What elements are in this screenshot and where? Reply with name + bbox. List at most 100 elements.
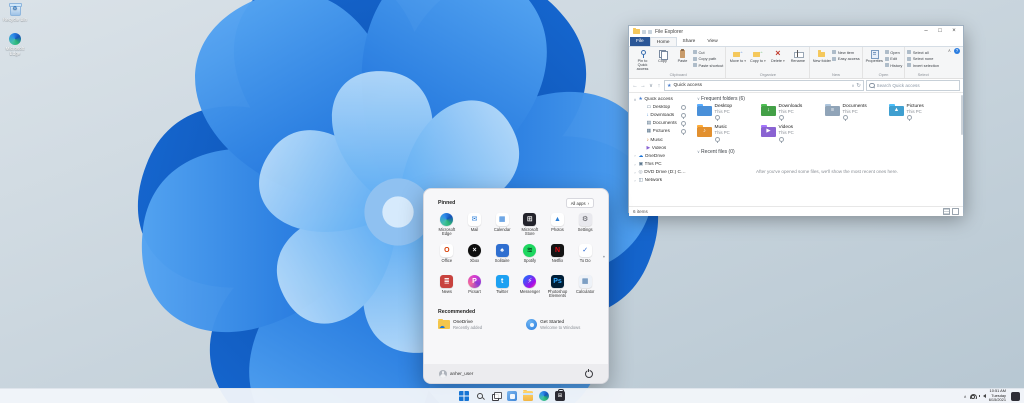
recent-files-header[interactable]: Recent files (0) xyxy=(697,149,957,155)
app-xbox[interactable]: × Xbox xyxy=(461,244,489,273)
up-button[interactable]: ↑ xyxy=(656,83,662,89)
cut-button[interactable]: Cut xyxy=(693,50,723,55)
app-calendar[interactable]: ▦ Calendar xyxy=(488,213,516,242)
scrollbar[interactable] xyxy=(961,95,963,135)
app-settings[interactable]: ⚙ Settings xyxy=(571,213,599,242)
open-button[interactable]: Open xyxy=(885,50,903,55)
app-picsart[interactable]: P Picsart xyxy=(461,275,489,304)
sidebar-item-desktop[interactable]: ▭ Desktop xyxy=(629,103,689,111)
frequent-folder-downloads[interactable]: ↓ Downloads This PC xyxy=(761,104,825,120)
taskbar-start[interactable] xyxy=(459,391,469,401)
thumbnails-view-icon[interactable] xyxy=(952,208,959,215)
all-apps-button[interactable]: All apps › xyxy=(566,198,594,208)
edit-button[interactable]: Edit xyxy=(885,56,903,61)
desktop-icon-microsoft-edge[interactable]: Microsoft Edge xyxy=(0,33,30,57)
app-office[interactable]: O Office xyxy=(433,244,461,273)
app-twitter[interactable]: t Twitter xyxy=(488,275,516,304)
delete-button[interactable]: Delete xyxy=(768,48,787,72)
app-microsoft-store[interactable]: ⊞ Microsoft Store xyxy=(516,213,544,242)
new-folder-button[interactable]: New folder xyxy=(812,48,831,72)
maximize-button[interactable]: □ xyxy=(933,26,947,37)
help-icon[interactable]: ? xyxy=(954,48,960,54)
taskbar-search[interactable] xyxy=(475,391,485,401)
properties-button[interactable]: Properties xyxy=(865,48,884,72)
paste-shortcut-button[interactable]: Paste shortcut xyxy=(693,63,723,68)
chevron-icon[interactable] xyxy=(633,163,637,167)
app-photos[interactable]: ▲ Photos xyxy=(544,213,572,242)
app-to-do[interactable]: ✓ To Do xyxy=(571,244,599,273)
desktop-icon-recycle-bin[interactable]: Recycle Bin xyxy=(0,4,30,22)
collapse-ribbon-icon[interactable]: ∧ xyxy=(948,48,951,54)
app-calculator[interactable]: ▦ Calculator xyxy=(571,275,599,304)
explorer-titlebar[interactable]: File Explorer – □ × xyxy=(629,26,963,37)
sidebar-item-documents[interactable]: ▤ Documents xyxy=(629,120,689,128)
frequent-folders-header[interactable]: Frequent folders (6) xyxy=(697,96,957,102)
new-item-button[interactable]: New item xyxy=(832,50,859,55)
history-button[interactable]: History xyxy=(885,63,903,68)
sidebar-item-pictures[interactable]: ▦ Pictures xyxy=(629,128,689,136)
select-none-button[interactable]: Select none xyxy=(907,56,939,61)
hidden-icons-chevron-icon[interactable]: ∧ xyxy=(964,394,967,399)
notification-center-icon[interactable] xyxy=(1011,392,1020,401)
tab-share[interactable]: Share xyxy=(677,37,702,46)
frequent-folder-music[interactable]: ♪ Music This PC xyxy=(697,125,761,141)
taskbar-clock[interactable]: 10:51 AM Tuesday 6/15/2021 xyxy=(989,389,1006,402)
app-photoshop-elements[interactable]: Ps Photoshop Elements xyxy=(544,275,572,304)
tab-home[interactable]: Home xyxy=(650,37,677,46)
copy-to-button[interactable]: Copy to xyxy=(748,48,767,72)
select-all-button[interactable]: Select all xyxy=(907,50,939,55)
sidebar-item-dvd-drive-d-cccoma-x64f[interactable]: ◎ DVD Drive (D:) CCCOMA_X64F xyxy=(629,169,689,177)
forward-button[interactable]: → xyxy=(640,83,646,89)
chevron-icon[interactable] xyxy=(633,154,637,158)
app-solitaire[interactable]: ♠ Solitaire xyxy=(488,244,516,273)
move-to-button[interactable]: Move to xyxy=(728,48,747,72)
details-view-icon[interactable] xyxy=(943,208,950,215)
sidebar-item-network[interactable]: ◫ Network xyxy=(629,177,689,185)
search-input[interactable]: Search Quick access xyxy=(866,80,960,91)
pin-to-quick-access-button[interactable]: Pin to Quick access xyxy=(633,48,652,72)
taskbar-edge[interactable] xyxy=(539,391,549,401)
network-icon[interactable] xyxy=(970,393,978,399)
sidebar-item-downloads[interactable]: ↓ Downloads xyxy=(629,111,689,119)
sidebar-item-music[interactable]: ♪ Music xyxy=(629,136,689,144)
app-microsoft-edge[interactable]: Microsoft Edge xyxy=(433,213,461,242)
recent-locations-button[interactable]: ∨ xyxy=(648,83,654,89)
taskbar-widgets[interactable] xyxy=(507,391,517,401)
back-button[interactable]: ← xyxy=(632,83,638,89)
copy-path-button[interactable]: Copy path xyxy=(693,56,723,61)
app-netflix[interactable]: N Netflix xyxy=(544,244,572,273)
app-messenger[interactable]: ⚡ Messenger xyxy=(516,275,544,304)
recommended-item-get-started[interactable]: Get Started Welcome to Windows xyxy=(526,319,580,330)
paste-button[interactable]: Paste xyxy=(673,48,692,72)
taskbar-microsoft-store[interactable] xyxy=(555,391,565,401)
tab-view[interactable]: View xyxy=(701,37,723,46)
invert-selection-button[interactable]: Invert selection xyxy=(907,63,939,68)
chevron-icon[interactable] xyxy=(633,179,637,183)
rename-button[interactable]: Rename xyxy=(788,48,807,72)
app-news[interactable]: ≣ News xyxy=(433,275,461,304)
taskbar-task-view[interactable] xyxy=(491,391,501,401)
sidebar-item-onedrive[interactable]: ☁ OneDrive xyxy=(629,152,689,160)
easy-access-button[interactable]: Easy access xyxy=(832,56,859,61)
frequent-folder-pictures[interactable]: ▲ Pictures This PC xyxy=(889,104,953,120)
app-mail[interactable]: ✉ Mail xyxy=(461,213,489,242)
page-indicator-dot[interactable]: • xyxy=(603,255,605,261)
chevron-icon[interactable] xyxy=(633,171,637,175)
frequent-folder-videos[interactable]: ▶ Videos This PC xyxy=(761,125,825,141)
address-dropdown-icon[interactable]: ∨ xyxy=(851,83,854,88)
frequent-folder-desktop[interactable]: Desktop This PC xyxy=(697,104,761,120)
address-input[interactable]: ★ Quick access ∨ ↻ xyxy=(664,80,864,91)
tab-file[interactable]: File xyxy=(630,37,650,46)
power-button[interactable] xyxy=(585,370,593,378)
taskbar-file-explorer[interactable] xyxy=(523,391,533,401)
copy-button[interactable]: Copy xyxy=(653,48,672,72)
app-spotify[interactable]: ≋ Spotify xyxy=(516,244,544,273)
sidebar-item-this-pc[interactable]: ▣ This PC xyxy=(629,161,689,169)
minimize-button[interactable]: – xyxy=(919,26,933,37)
sidebar-item-videos[interactable]: ▶ Videos xyxy=(629,144,689,152)
chevron-icon[interactable] xyxy=(633,97,637,102)
close-button[interactable]: × xyxy=(947,26,961,37)
volume-icon[interactable] xyxy=(981,394,986,398)
refresh-icon[interactable]: ↻ xyxy=(856,83,861,89)
recommended-item-onedrive[interactable]: OneDrive Recently added xyxy=(438,319,482,330)
